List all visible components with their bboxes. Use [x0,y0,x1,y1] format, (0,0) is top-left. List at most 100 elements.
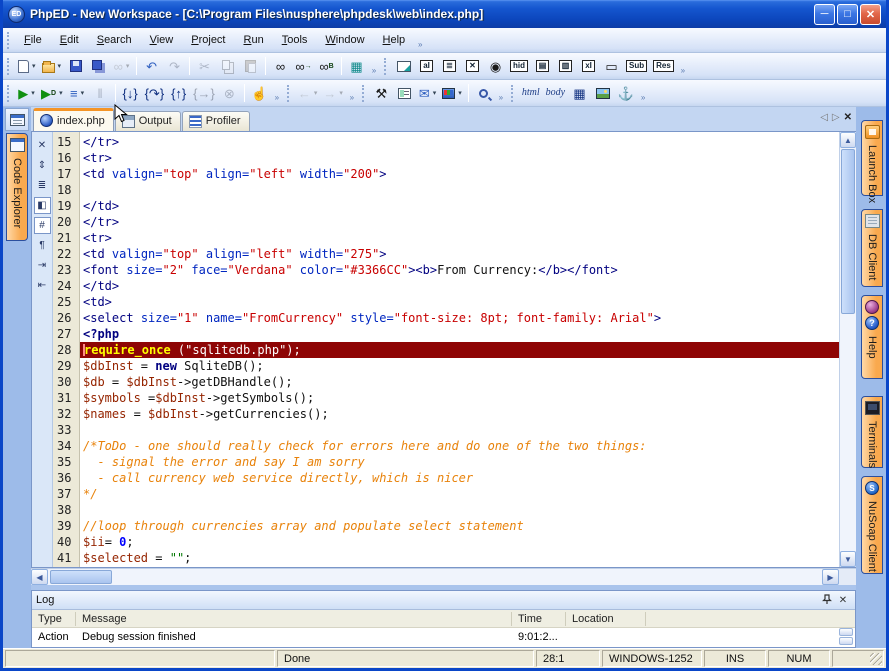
insert-checkbox-button[interactable]: ✕ [461,55,484,77]
pin-icon[interactable] [819,594,835,607]
save-all-button[interactable] [87,55,110,77]
break-on-pause-button[interactable]: ☝ [248,82,271,104]
zoom-button[interactable] [472,82,495,104]
insert-table-button[interactable]: ▦ [568,82,591,104]
close-file-button[interactable]: ✕ [34,137,51,154]
log-column-type[interactable]: Type [32,612,76,626]
run-mode-button[interactable]: ≡▾ [66,82,89,104]
panel-tab-launch-box[interactable]: Launch Box [861,120,883,196]
insert-submit-button-button[interactable]: Sub [623,55,650,77]
appearance-button[interactable]: ▾ [439,82,465,104]
horizontal-scroll-track[interactable] [48,569,822,585]
new-file-dropdown-arrow[interactable]: ▾ [32,62,36,70]
panel-tab-nusoap-client[interactable]: SNuSoap Client [861,476,883,574]
run-to-cursor-button[interactable]: {→} [190,82,218,104]
publish-dropdown-arrow[interactable]: ▾ [433,89,437,97]
scroll-up-button[interactable]: ▲ [840,132,856,148]
undo-button[interactable]: ↶ [140,55,163,77]
run-dropdown-arrow[interactable]: ▾ [31,89,35,97]
menu-tools[interactable]: Tools [273,30,317,50]
copy-button[interactable] [216,55,239,77]
insert-image-button[interactable] [591,82,614,104]
open-file-button[interactable]: ▾ [39,55,65,77]
close-document-button[interactable]: ✕ [844,112,852,123]
vertical-scroll-thumb[interactable] [841,149,855,314]
toolbar-grip[interactable] [511,85,514,102]
log-column-location[interactable]: Location [566,612,646,626]
insert-text-field-button[interactable]: aI [415,55,438,77]
panel-tab-code-explorer[interactable]: Code Explorer [6,133,28,241]
forward-button[interactable]: →▾ [320,82,346,104]
log-column-message[interactable]: Message [76,612,512,626]
menu-window[interactable]: Window [316,30,373,50]
panel-tab-help[interactable]: ?Help [861,295,883,379]
vertical-scrollbar[interactable]: ▲ ▼ [839,132,856,567]
find-in-files-button[interactable]: ∞▾ [110,55,133,77]
find-in-files-dropdown-arrow[interactable]: ▾ [126,62,130,70]
toolbar-overflow-chevron[interactable]: » [346,84,358,102]
maximize-button[interactable]: □ [837,4,858,25]
split-view-button[interactable]: ⇕ [34,157,51,174]
find-button[interactable]: ∞ [269,55,292,77]
scroll-left-button[interactable]: ◀ [31,569,48,585]
log-row[interactable]: ActionDebug session finished9:01:2... [32,628,646,645]
scroll-tabs-left-button[interactable]: ◁ [820,112,828,123]
toolbar-grip[interactable] [287,85,290,102]
insert-listbox-button[interactable]: ▤ [531,55,554,77]
scroll-tabs-right-button[interactable]: ▷ [832,112,840,123]
run-in-debugger-dropdown-arrow[interactable]: ▾ [59,89,63,97]
insert-password-field-button[interactable]: xI [577,55,600,77]
insert-link-button[interactable]: ⚓ [614,82,637,104]
run-button[interactable]: ▶▾ [15,82,38,104]
horizontal-scroll-thumb[interactable] [50,570,112,584]
panel-manager-button[interactable] [5,108,29,131]
insert-form-button[interactable] [392,55,415,77]
forward-dropdown-arrow[interactable]: ▾ [339,89,343,97]
open-file-dropdown-arrow[interactable]: ▾ [58,62,62,70]
menu-edit[interactable]: Edit [51,30,88,50]
toolbar-overflow-chevron[interactable]: » [495,84,507,102]
insert-button-button[interactable]: ▭ [600,55,623,77]
outdent-button[interactable]: ⇤ [34,277,51,294]
settings-button[interactable]: ⚒ [370,82,393,104]
appearance-dropdown-arrow[interactable]: ▾ [458,89,462,97]
tab-output[interactable]: Output [115,111,181,131]
insert-radio-button[interactable]: ◉ [484,55,507,77]
step-into-button[interactable]: {↓} [119,82,142,104]
vertical-scroll-track[interactable] [840,148,856,551]
toolbar-overflow-chevron[interactable]: » [637,84,649,102]
project-properties-button[interactable] [393,82,416,104]
scroll-right-button[interactable]: ▶ [822,569,839,585]
publish-button[interactable]: ✉▾ [416,82,439,104]
menu-project[interactable]: Project [182,30,234,50]
step-over-button[interactable]: {↷} [142,82,168,104]
reload-file-button[interactable]: ≣ [34,177,51,194]
code-text-area[interactable]: </tr><tr><td valign="top" align="left" w… [80,132,839,567]
toolbar-grip[interactable] [7,85,10,102]
insert-menu-button[interactable]: ≣ [438,55,461,77]
toolbar-grip[interactable] [362,85,365,102]
menu-overflow-chevron[interactable]: » [414,31,426,49]
horizontal-scrollbar[interactable]: ◀ ▶ [31,568,856,585]
replace-button[interactable]: ∞B [315,55,338,77]
menu-help[interactable]: Help [374,30,415,50]
menu-run[interactable]: Run [235,30,273,50]
indent-button[interactable]: ⇥ [34,257,51,274]
menu-search[interactable]: Search [88,30,141,50]
panel-tab-terminals[interactable]: Terminals [861,396,883,468]
stop-button[interactable]: ⊗ [218,82,241,104]
toolbar-grip[interactable] [384,58,387,75]
insert-hidden-field-button[interactable]: hid [507,55,531,77]
back-dropdown-arrow[interactable]: ▾ [314,89,318,97]
tab-index-php[interactable]: index.php [33,108,114,131]
panel-tab-db-client[interactable]: DB Client [861,209,883,287]
toolbar-overflow-chevron[interactable]: » [677,57,689,75]
log-column-time[interactable]: Time [512,612,566,626]
insert-reset-button-button[interactable]: Res [650,55,677,77]
insert-combobox-button[interactable]: ▥ [554,55,577,77]
body-tag-button[interactable]: body [543,82,568,104]
new-file-button[interactable]: ▾ [15,55,39,77]
run-in-debugger-button[interactable]: ▶D▾ [38,82,66,104]
run-mode-dropdown-arrow[interactable]: ▾ [81,89,85,97]
character-map-button[interactable]: ▦ [345,55,368,77]
